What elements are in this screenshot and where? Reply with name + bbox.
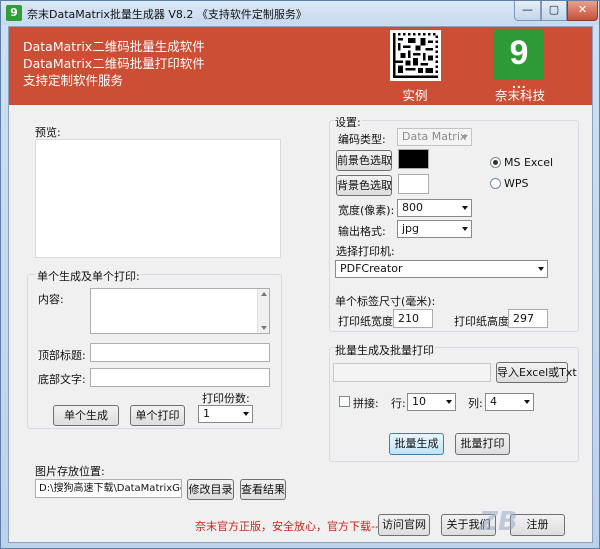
preview-area [35, 139, 281, 258]
chevron-down-icon [446, 400, 452, 404]
format-value: jpg [402, 222, 420, 235]
client-area: DataMatrix二维码批量生成软件 DataMatrix二维码批量打印软件 … [8, 26, 593, 543]
label-size-title: 单个标签尺寸(毫米): [335, 295, 436, 308]
chevron-down-icon [524, 400, 530, 404]
paper-height-label: 打印纸高度: [454, 315, 513, 328]
format-label: 输出格式: [338, 225, 386, 238]
rows-label: 行: [391, 397, 406, 410]
chevron-down-icon [462, 227, 468, 231]
app-icon: 9 [6, 5, 22, 21]
foreground-color-swatch[interactable] [398, 149, 429, 169]
watermark-logo: ZB [479, 507, 518, 537]
background-color-swatch[interactable] [398, 174, 429, 194]
single-group-title: 单个生成及单个打印: [36, 268, 141, 284]
chevron-down-icon [538, 267, 544, 271]
background-color-button[interactable]: 背景色选取 [336, 175, 392, 196]
ms-excel-label: MS Excel [504, 156, 554, 169]
view-result-button[interactable]: 查看结果 [240, 479, 286, 500]
bottom-text-input[interactable] [90, 368, 270, 387]
batch-print-button[interactable]: 批量打印 [455, 433, 510, 455]
wps-label: WPS [504, 177, 529, 190]
wps-radio[interactable] [490, 178, 501, 189]
preview-label: 预览: [35, 126, 61, 139]
scroll-down-icon[interactable] [261, 326, 267, 330]
content-textarea[interactable] [90, 288, 270, 334]
paper-width-label: 打印纸宽度: [338, 315, 397, 328]
brand-logo-icon[interactable]: 9 ... [494, 30, 544, 91]
change-directory-button[interactable]: 修改目录 [187, 479, 234, 500]
chevron-down-icon [243, 412, 249, 416]
datamatrix-example-icon[interactable] [390, 30, 441, 81]
code-type-label: 编码类型: [338, 133, 386, 146]
paper-width-input[interactable]: 210 [393, 309, 433, 328]
content-label: 内容: [38, 293, 64, 306]
cols-label: 列: [468, 397, 483, 410]
top-title-input[interactable] [90, 343, 270, 362]
printer-value: PDFCreator [340, 262, 403, 275]
printer-select[interactable]: PDFCreator [335, 260, 548, 278]
single-print-button[interactable]: 单个打印 [130, 405, 185, 426]
rows-value: 10 [412, 395, 426, 408]
paper-height-input[interactable]: 297 [508, 309, 548, 328]
brand-label: 奈末科技 [494, 88, 545, 103]
visit-website-button[interactable]: 访问官网 [378, 514, 430, 536]
tile-checkbox[interactable] [339, 396, 350, 407]
format-select[interactable]: jpg [397, 220, 472, 238]
code-type-value: Data Matrix [402, 130, 467, 143]
batch-group-title: 批量生成及批量打印 [334, 342, 435, 358]
chevron-down-icon [462, 135, 468, 139]
printer-label: 选择打印机: [336, 245, 395, 258]
save-location-label: 图片存放位置: [35, 465, 105, 478]
app-window: 9 奈末DataMatrix批量生成器 V8.2 《支持软件定制服务》 — ▢ … [0, 0, 600, 549]
rows-select[interactable]: 10 [407, 393, 456, 411]
content-scrollbar[interactable] [257, 289, 269, 333]
width-label: 宽度(像素): [338, 204, 395, 217]
width-value: 800 [402, 201, 423, 214]
cols-select[interactable]: 4 [485, 393, 534, 411]
save-path-input[interactable]: D:\搜狗高速下载\DataMatrixGene [35, 479, 182, 498]
cols-value: 4 [490, 395, 497, 408]
import-excel-button[interactable]: 导入Excel或Txt [496, 362, 577, 383]
banner-line-3: 支持定制软件服务 [23, 73, 124, 88]
single-generate-button[interactable]: 单个生成 [53, 405, 119, 426]
foreground-color-button[interactable]: 前景色选取 [336, 150, 392, 171]
paper-width-value: 210 [398, 312, 419, 325]
scroll-up-icon[interactable] [261, 292, 267, 296]
batch-file-input[interactable] [333, 363, 491, 382]
ms-excel-radio[interactable] [490, 157, 501, 168]
maximize-button[interactable]: ▢ [541, 1, 567, 21]
copies-label: 打印份数: [202, 392, 250, 405]
example-label: 实例 [402, 88, 428, 103]
top-title-label: 顶部标题: [38, 349, 86, 362]
chevron-down-icon [462, 206, 468, 210]
copies-select[interactable]: 1 [198, 405, 253, 423]
tile-label: 拼接: [353, 397, 379, 410]
minimize-button[interactable]: — [514, 1, 541, 21]
banner: DataMatrix二维码批量生成软件 DataMatrix二维码批量打印软件 … [9, 27, 592, 105]
close-button[interactable]: ✕ [567, 1, 598, 21]
settings-group-title: 设置: [334, 114, 362, 130]
title-bar[interactable]: 9 奈末DataMatrix批量生成器 V8.2 《支持软件定制服务》 — ▢ … [1, 1, 599, 25]
paper-height-value: 297 [513, 312, 534, 325]
width-select[interactable]: 800 [397, 199, 472, 217]
bottom-text-label: 底部文字: [38, 373, 86, 386]
batch-generate-button[interactable]: 批量生成 [389, 433, 444, 455]
save-path-value: D:\搜狗高速下载\DataMatrixGene [39, 483, 181, 494]
code-type-select[interactable]: Data Matrix [397, 128, 472, 146]
window-title: 奈末DataMatrix批量生成器 V8.2 《支持软件定制服务》 [27, 8, 307, 21]
copies-value: 1 [203, 407, 210, 420]
official-notice: 奈末官方正版，安全放心，官方下载--> [195, 520, 389, 533]
